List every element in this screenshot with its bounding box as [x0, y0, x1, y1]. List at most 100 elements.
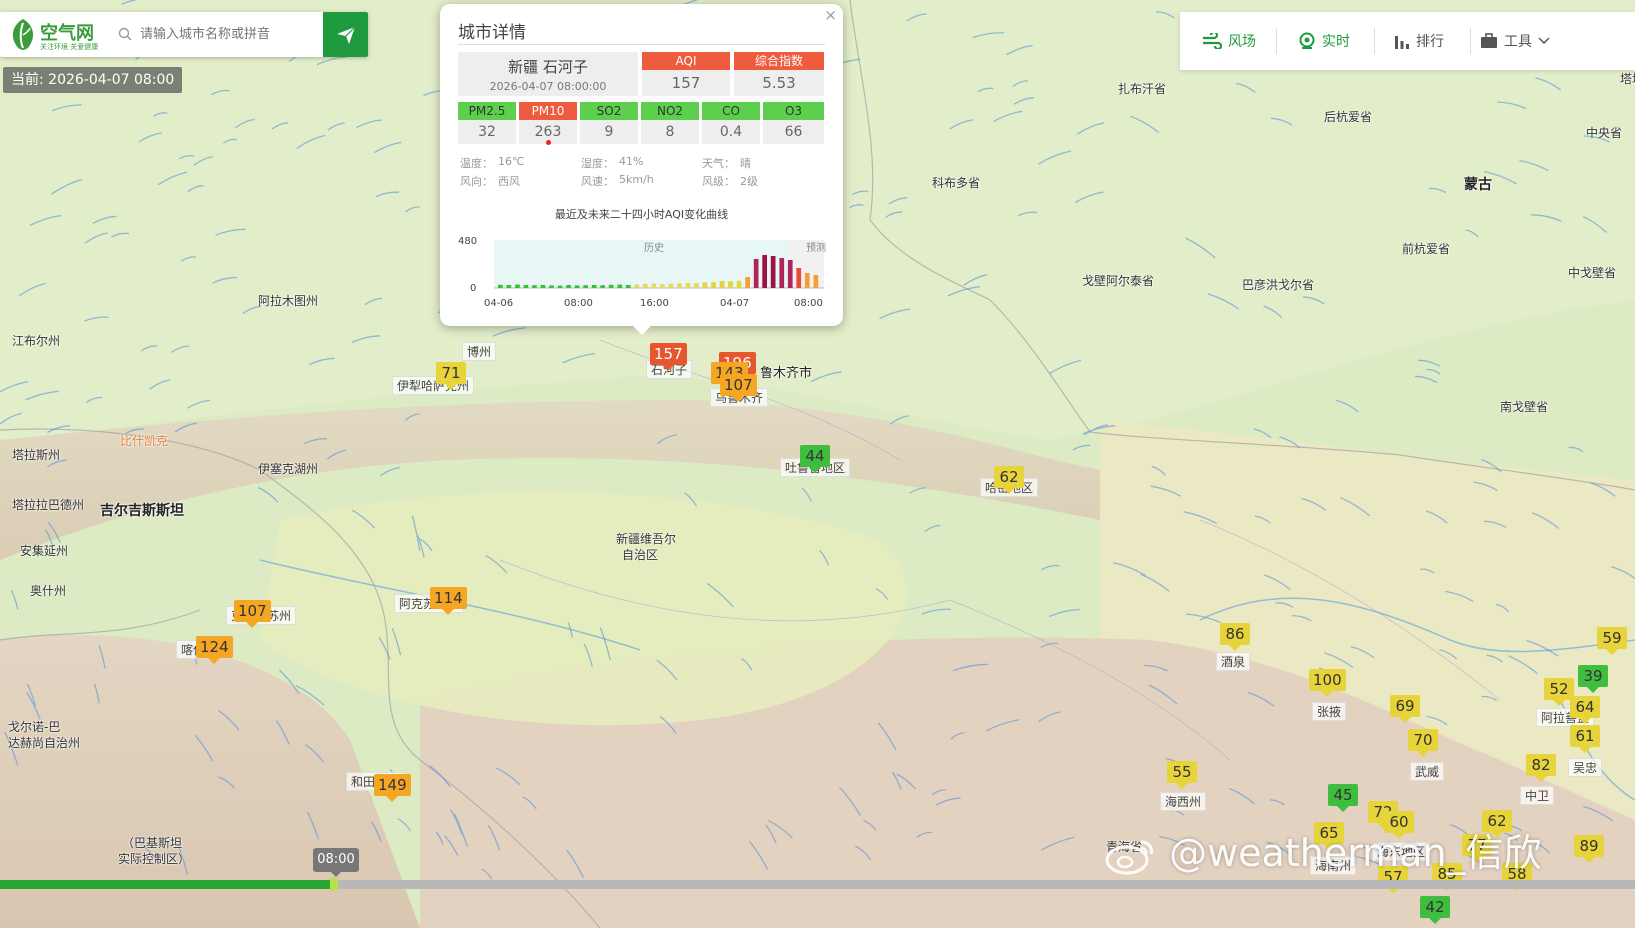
search-input[interactable]: [140, 22, 315, 46]
city-info-box: 新疆 石河子 2026-04-07 08:00:00: [458, 52, 638, 96]
logo[interactable]: 空气网 关注环境 关爱健康: [8, 17, 108, 53]
aqi-marker[interactable]: 59: [1597, 627, 1627, 655]
popup-pointer: [632, 325, 652, 335]
aqi-bar: [660, 284, 665, 288]
aqi-bar: [549, 285, 554, 288]
aqi-bar: [728, 281, 733, 288]
y-tick-label: 0: [470, 283, 476, 294]
close-icon[interactable]: ×: [824, 6, 837, 24]
city-detail-popup: 城市详情 × 新疆 石河子 2026-04-07 08:00:00 AQI 15…: [440, 4, 843, 335]
map-label: 鲁木齐市: [760, 366, 813, 381]
aqi-marker[interactable]: 124: [196, 636, 233, 664]
aqi-bar: [753, 259, 759, 288]
map-label: 戈壁阿尔泰省: [1082, 274, 1155, 288]
aqi-marker[interactable]: 89: [1574, 835, 1604, 863]
aqi-marker[interactable]: 86: [1220, 623, 1250, 651]
current-time-label: 当前: 2026-04-07 08:00: [3, 67, 183, 93]
map-label: 塔城地区: [1620, 72, 1635, 86]
aqi-bar: [515, 284, 520, 288]
ranking-button[interactable]: 排行: [1394, 12, 1444, 70]
aqi-marker[interactable]: 44: [800, 445, 830, 473]
map-label: 塔拉斯州: [12, 448, 61, 462]
aqi-bar: [770, 256, 776, 288]
map-label: 前杭爱省: [1402, 242, 1451, 256]
aqi-bar: [668, 283, 674, 288]
aqi-bar: [787, 260, 793, 288]
wind-level-value: 2级: [740, 175, 758, 188]
aqi-marker[interactable]: 69: [1390, 695, 1420, 723]
divider: [1470, 28, 1471, 54]
timeline-handle[interactable]: [330, 878, 338, 891]
aqi-marker[interactable]: 55: [1167, 761, 1197, 789]
aqi-marker[interactable]: 107: [234, 600, 271, 628]
aqi-marker[interactable]: 39: [1578, 665, 1608, 693]
aqi-marker[interactable]: 157: [650, 343, 687, 371]
divider: [1276, 28, 1277, 54]
aqi-marker[interactable]: 45: [1328, 784, 1358, 812]
realtime-button[interactable]: 实时: [1298, 12, 1350, 70]
aqi-marker[interactable]: 42: [1420, 896, 1450, 924]
aqi-marker[interactable]: 71: [436, 362, 466, 390]
aqi-bar: [762, 255, 767, 288]
map-label: （巴基斯坦: [122, 836, 183, 850]
map-label: 塔拉拉巴德州: [12, 498, 85, 512]
search-button[interactable]: [323, 12, 368, 57]
aqi-marker[interactable]: 62: [994, 466, 1024, 494]
map-label: 扎布汗省: [1118, 82, 1167, 96]
timeline-progress: [0, 880, 335, 889]
map-label: 伊塞克湖州: [258, 462, 319, 476]
aqi-marker[interactable]: 64: [1570, 696, 1600, 724]
wind-field-button[interactable]: 风场: [1202, 12, 1256, 70]
map-label: 张掖: [1312, 702, 1347, 721]
aqi-bar: [532, 285, 537, 288]
map-label: 吉尔吉斯斯坦: [100, 503, 184, 519]
map-label: 海西州: [1160, 792, 1207, 811]
aqi-bar: [779, 258, 785, 288]
wind-direction-value: 西风: [498, 175, 520, 188]
map-label: 达赫尚自治州: [8, 736, 81, 750]
aqi-trend-chart[interactable]: 480 0 历史 预测 04-06 08:00 16:00 04-07 08:0…: [458, 230, 830, 314]
aqi-bar: [796, 268, 802, 288]
map-viewport[interactable]: { "app": {"logo_text": "空气网", "logo_slog…: [0, 0, 1635, 928]
city-time: 2026-04-07 08:00:00: [489, 80, 607, 93]
x-tick-label: 04-07: [720, 298, 749, 309]
map-label: 阿拉木图州: [258, 294, 319, 308]
aqi-marker[interactable]: 114: [430, 587, 467, 615]
map-label: 科布多省: [932, 176, 981, 190]
aqi-bar: [813, 275, 819, 288]
chevron-down-icon: [1538, 37, 1550, 45]
aqi-bar: [804, 273, 810, 288]
wind-field-label: 风场: [1228, 34, 1256, 50]
map-label: 巴彦洪戈尔省: [1242, 278, 1315, 292]
map-label: 后杭爱省: [1324, 110, 1373, 124]
chart-title: 最近及未来二十四小时AQI变化曲线: [554, 208, 729, 221]
watermark: @weatherman_信欣: [1105, 822, 1542, 877]
aqi-marker[interactable]: 100: [1309, 669, 1346, 697]
map-label: 中央省: [1586, 126, 1623, 140]
humidity-label: 湿度：: [581, 157, 614, 170]
aqi-marker[interactable]: 61: [1570, 725, 1600, 753]
search-bar: 空气网 关注环境 关爱健康: [0, 12, 368, 57]
temperature-value: 16℃: [498, 155, 525, 168]
forecast-label: 预测: [806, 241, 826, 254]
map-label: 新疆维吾尔: [616, 532, 677, 546]
map-label: 吴忠: [1568, 758, 1603, 777]
humidity-value: 41%: [619, 155, 644, 168]
aqi-bar: [600, 285, 605, 288]
aqi-bar: [736, 280, 742, 288]
weather-label: 天气：: [702, 157, 735, 170]
briefcase-icon: [1481, 33, 1497, 48]
timeline-current-label: 08:00: [313, 848, 359, 872]
aqi-header: AQI: [642, 52, 730, 70]
map-label: 比什凯克: [120, 434, 169, 448]
pollutant-header: NO2: [641, 102, 699, 120]
aqi-bar: [591, 285, 597, 288]
aqi-marker[interactable]: 70: [1408, 729, 1438, 757]
tools-label: 工具: [1504, 34, 1532, 50]
aqi-marker[interactable]: 149: [374, 774, 411, 802]
tools-button[interactable]: 工具: [1480, 12, 1550, 70]
aqi-bar: [506, 285, 512, 288]
map-label: 自治区: [622, 548, 659, 562]
aqi-marker[interactable]: 82: [1526, 754, 1556, 782]
aqi-marker[interactable]: 107: [720, 374, 757, 402]
